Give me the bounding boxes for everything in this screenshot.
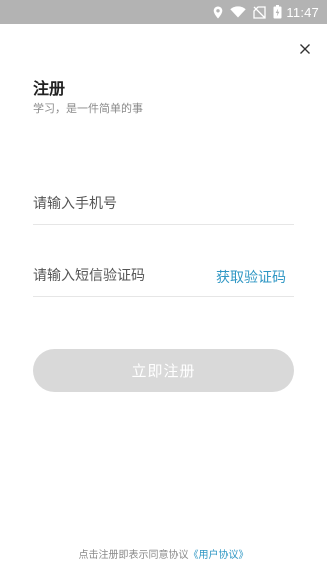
phone-input[interactable] [33,185,294,223]
no-sim-icon [253,5,267,19]
status-icons [213,5,282,19]
battery-icon [273,5,282,19]
page-title: 注册 [33,79,66,98]
agreement-notice: 点击注册即表示同意协议《用户协议》 [0,546,327,561]
sms-code-field: 获取验证码 [33,257,294,297]
user-agreement-link[interactable]: 《用户协议》 [189,550,249,561]
register-button[interactable]: 立即注册 [33,349,294,392]
wifi-icon [230,6,247,18]
get-code-button[interactable]: 获取验证码 [216,267,286,287]
page-subtitle: 学习，是一件简单的事 [33,102,143,115]
sms-code-input[interactable] [33,257,203,295]
close-icon [296,43,314,62]
agreement-text: 点击注册即表示同意协议 [78,550,189,561]
status-time: 11:47 [286,4,319,20]
location-icon [213,6,223,19]
phone-field [33,185,294,225]
status-bar: 11:47 [0,0,327,24]
close-button[interactable] [296,40,314,58]
